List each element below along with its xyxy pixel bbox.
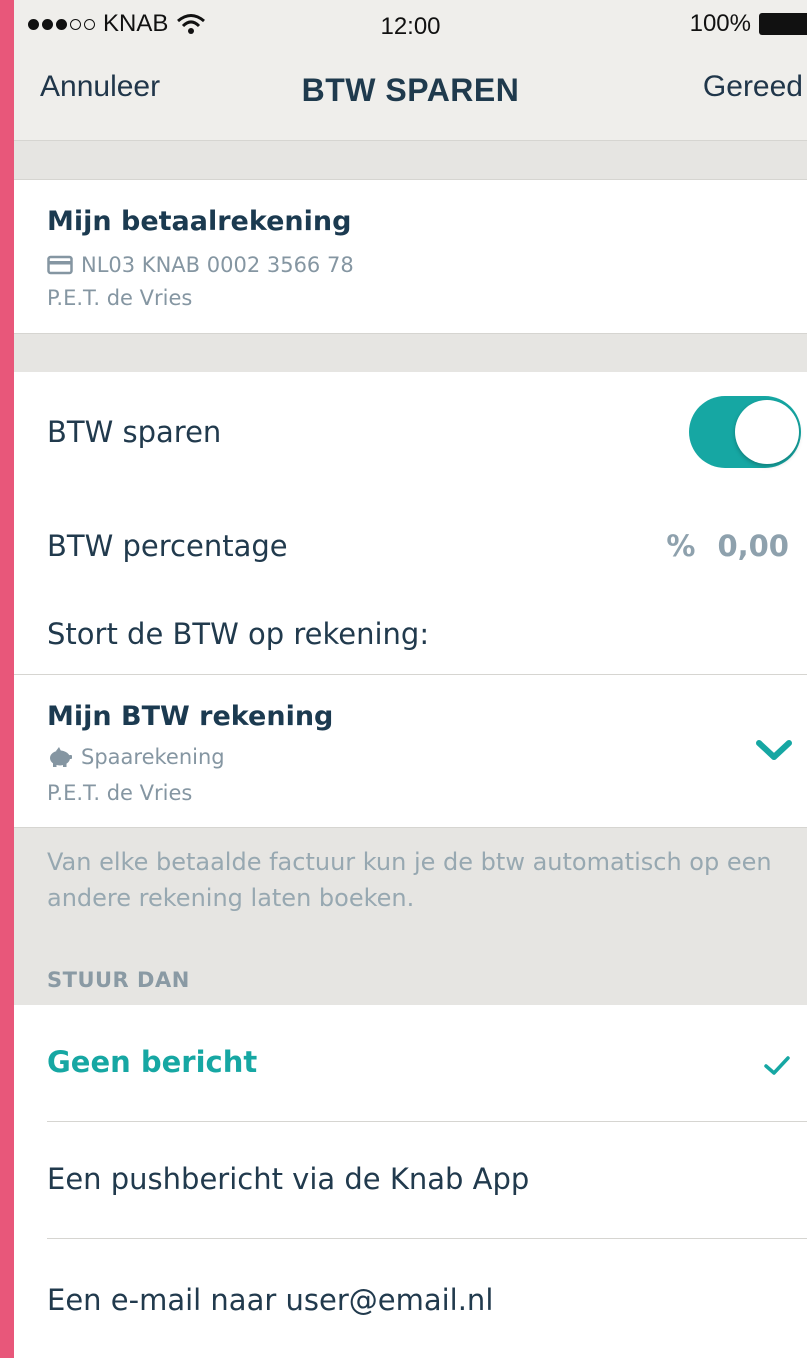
target-account-selector[interactable]: Mijn BTW rekening Spaarekening P.E.T. de…: [14, 675, 807, 827]
left-edge-bar: [0, 0, 14, 1358]
deposit-account-label: Stort de BTW op rekening:: [47, 617, 430, 651]
btw-percentage-field[interactable]: % 0,00: [666, 529, 789, 563]
page-title: BTW SPAREN: [301, 72, 520, 108]
nav-bar: Annuleer BTW SPAREN Gereed: [14, 50, 807, 141]
info-text: Van elke betaalde factuur kun je de btw …: [47, 848, 772, 912]
piggy-bank-icon: [50, 747, 72, 767]
source-account-owner: P.E.T. de Vries: [47, 286, 193, 310]
done-button[interactable]: Gereed: [703, 70, 803, 104]
option-email[interactable]: Een e-mail naar user@email.nl: [47, 1283, 493, 1317]
divider: [47, 1238, 807, 1239]
percent-symbol: %: [666, 529, 696, 563]
btw-percentage-value: 0,00: [717, 529, 789, 563]
checkmark-icon: [764, 1056, 790, 1075]
btw-percentage-label: BTW percentage: [47, 529, 288, 563]
status-bar: KNAB 12:00 100%: [14, 0, 807, 50]
status-time: 12:00: [380, 13, 441, 40]
target-account-title: Mijn BTW rekening: [47, 701, 334, 732]
btw-saving-toggle[interactable]: [689, 396, 801, 468]
info-block: Van elke betaalde factuur kun je de btw …: [14, 827, 807, 1006]
notify-options-list: Geen bericht Een pushbericht via de Knab…: [14, 1005, 807, 1358]
target-account-owner: P.E.T. de Vries: [47, 781, 193, 805]
source-account-card[interactable]: Mijn betaalrekening NL03 KNAB 0002 3566 …: [14, 180, 807, 332]
section-spacer: [14, 333, 807, 373]
target-account-type: Spaarekening: [81, 745, 225, 769]
option-push-message[interactable]: Een pushbericht via de Knab App: [47, 1162, 529, 1196]
target-account-type-row: Spaarekening: [47, 745, 225, 769]
source-account-title: Mijn betaalrekening: [47, 206, 352, 237]
option-no-message[interactable]: Geen bericht: [47, 1045, 257, 1079]
btw-settings-card: BTW sparen BTW percentage % 0,00 Stort d…: [14, 372, 807, 674]
source-account-iban-row: NL03 KNAB 0002 3566 78: [47, 253, 354, 277]
notify-section-header: STUUR DAN: [47, 968, 190, 992]
toggle-knob: [735, 400, 799, 464]
section-spacer: [14, 141, 807, 180]
divider: [47, 1121, 807, 1122]
card-icon: [47, 255, 73, 275]
battery-group: 100%: [690, 10, 807, 38]
source-account-iban: NL03 KNAB 0002 3566 78: [81, 253, 354, 277]
battery-percent: 100%: [689, 10, 751, 37]
chevron-down-icon[interactable]: [755, 739, 793, 763]
battery-icon: [759, 13, 807, 35]
app-screen: KNAB 12:00 100% Annuleer BTW SPAREN Gere…: [14, 0, 807, 1358]
btw-saving-label: BTW sparen: [47, 415, 222, 449]
